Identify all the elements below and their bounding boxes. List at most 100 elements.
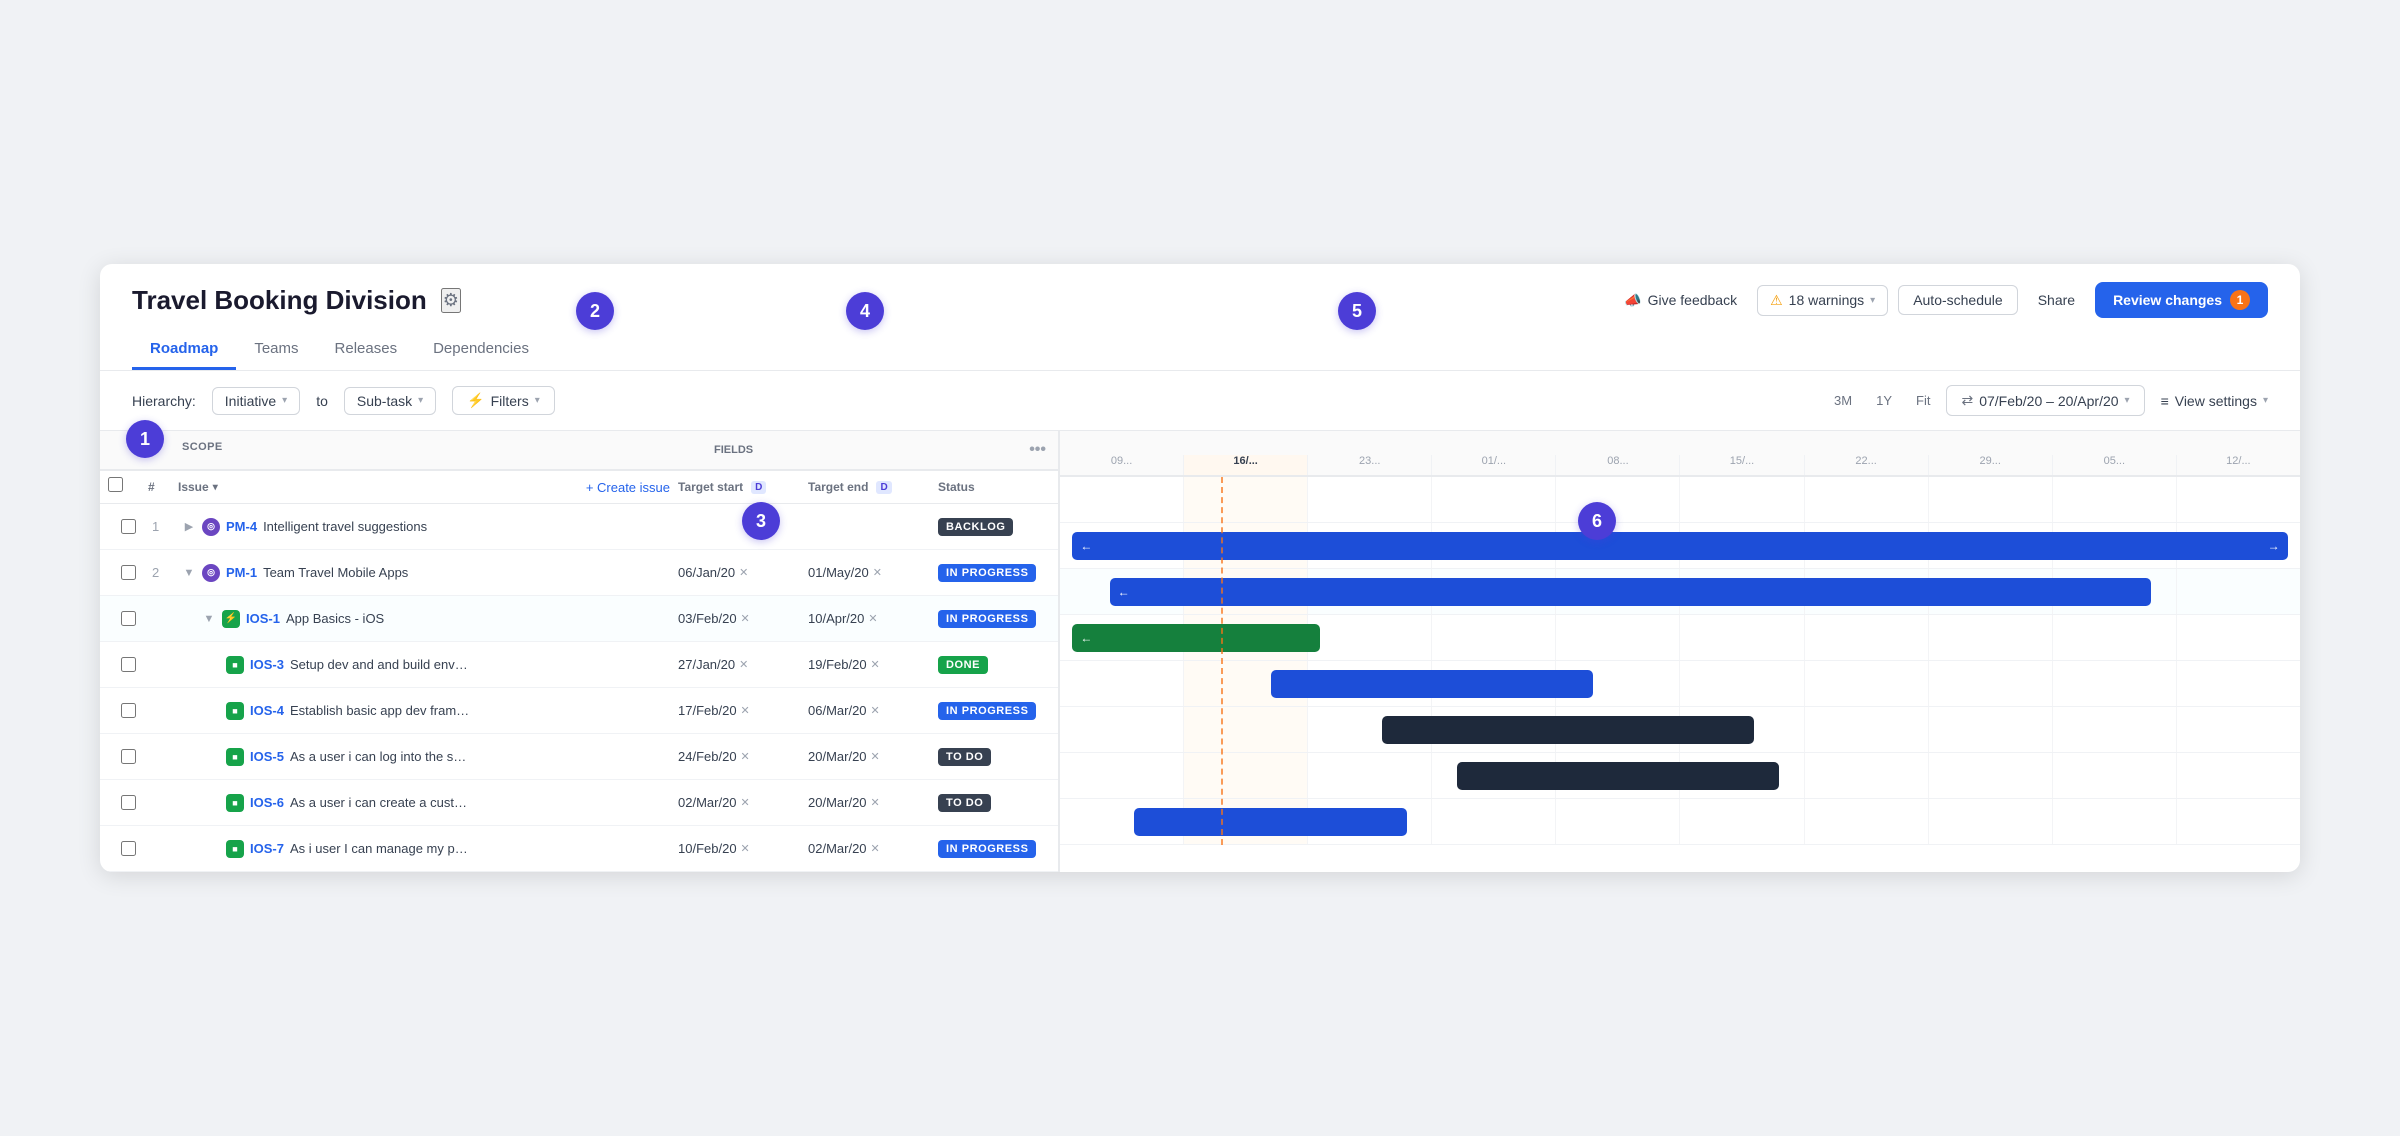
issue-id[interactable]: IOS-3 <box>250 657 284 672</box>
row-checkbox[interactable] <box>121 749 136 764</box>
gantt-row <box>1060 707 2300 753</box>
warnings-button[interactable]: ⚠ 18 warnings ▾ <box>1757 285 1888 316</box>
target-end-cell: 06/Mar/20 ✕ <box>800 703 930 718</box>
select-all-checkbox[interactable] <box>108 477 123 492</box>
date-clear-icon[interactable]: ✕ <box>741 612 750 625</box>
chevron-down-icon: ▾ <box>418 395 423 406</box>
table-row: ▼ ⚡ IOS-1 App Basics - iOS 03/Feb/20 ✕ 1… <box>100 596 1058 642</box>
issue-id[interactable]: IOS-4 <box>250 703 284 718</box>
date-clear-icon[interactable]: ✕ <box>741 750 750 763</box>
target-start-cell: 17/Feb/20 ✕ <box>670 703 800 718</box>
date-clear-icon[interactable]: ✕ <box>871 796 880 809</box>
issue-id[interactable]: PM-4 <box>226 519 257 534</box>
sync-icon: ⇄ <box>1961 392 1973 409</box>
table-row: ■ IOS-5 As a user i can log into the sys… <box>100 734 1058 780</box>
bar-left-arrow-icon: ← <box>1118 585 1130 599</box>
gantt-col-header: 29... <box>1929 455 2053 475</box>
date-clear-icon[interactable]: ✕ <box>739 658 748 671</box>
date-clear-icon[interactable]: ✕ <box>741 842 750 855</box>
chevron-down-icon: ▾ <box>1870 295 1875 306</box>
issue-sort-icon: ▾ <box>213 482 218 493</box>
share-button[interactable]: Share <box>2028 286 2085 314</box>
to-label: to <box>316 393 328 409</box>
row-issue: ■ IOS-5 As a user i can log into the sys… <box>178 740 670 774</box>
filter-icon: ⚡ <box>467 392 484 409</box>
hash-col: # <box>148 480 178 494</box>
target-end-cell: 19/Feb/20 ✕ <box>800 657 930 672</box>
nav-tabs: Roadmap Teams Releases Dependencies <box>132 330 2268 370</box>
status-badge: IN PROGRESS <box>938 564 1036 582</box>
date-clear-icon[interactable]: ✕ <box>868 612 877 625</box>
tab-roadmap[interactable]: Roadmap <box>132 330 236 370</box>
date-clear-icon[interactable]: ✕ <box>871 842 880 855</box>
date-clear-icon[interactable]: ✕ <box>871 658 880 671</box>
expand-icon[interactable]: ▼ <box>182 567 196 579</box>
target-start-cell: 06/Jan/20 ✕ <box>670 565 800 580</box>
target-start-col: Target start <box>678 480 743 494</box>
issue-col-label: Issue <box>178 480 209 494</box>
tab-releases[interactable]: Releases <box>317 330 416 370</box>
gantt-col-header: 22... <box>1805 455 1929 475</box>
gantt-bar: ← <box>1110 578 2152 606</box>
date-clear-icon[interactable]: ✕ <box>741 704 750 717</box>
issue-id[interactable]: IOS-7 <box>250 841 284 856</box>
date-range-value: 07/Feb/20 – 20/Apr/20 <box>1979 393 2118 409</box>
date-clear-icon[interactable]: ✕ <box>741 796 750 809</box>
row-issue: ■ IOS-3 Setup dev and and build environ.… <box>178 648 670 682</box>
chevron-down-icon: ▾ <box>2263 395 2268 406</box>
chevron-down-icon: ▾ <box>282 395 287 406</box>
status-cell: TO DO <box>930 748 1050 766</box>
date-range-area: 3M 1Y Fit ⇄ 07/Feb/20 – 20/Apr/20 ▾ <box>1826 385 2145 416</box>
issue-id[interactable]: IOS-1 <box>246 611 280 626</box>
date-clear-icon[interactable]: ✕ <box>871 704 880 717</box>
status-cell: TO DO <box>930 794 1050 812</box>
expand-icon[interactable]: ▶ <box>182 520 196 533</box>
gantt-bar <box>1134 808 1407 836</box>
more-options-icon[interactable]: ••• <box>1029 441 1046 459</box>
feedback-button[interactable]: 📣 Give feedback <box>1614 286 1747 315</box>
review-changes-button[interactable]: Review changes 1 <box>2095 282 2268 318</box>
hierarchy-from-select[interactable]: Initiative ▾ <box>212 387 300 415</box>
target-end-cell: 20/Mar/20 ✕ <box>800 749 930 764</box>
date-range-button[interactable]: ⇄ 07/Feb/20 – 20/Apr/20 ▾ <box>1946 385 2144 416</box>
row-checkbox[interactable] <box>121 795 136 810</box>
tab-teams[interactable]: Teams <box>236 330 316 370</box>
period-1y-button[interactable]: 1Y <box>1868 389 1900 412</box>
table-rows: 1 ▶ ◎ PM-4 Intelligent travel suggestion… <box>100 504 1058 872</box>
row-checkbox[interactable] <box>121 519 136 534</box>
issue-id[interactable]: IOS-5 <box>250 749 284 764</box>
gantt-col-header-highlight: 16/... <box>1184 455 1308 475</box>
autoschedule-button[interactable]: Auto-schedule <box>1898 285 2018 315</box>
gear-button[interactable]: ⚙ <box>441 288 461 313</box>
hierarchy-to-select[interactable]: Sub-task ▾ <box>344 387 436 415</box>
issue-id[interactable]: PM-1 <box>226 565 257 580</box>
settings-sliders-icon: ≡ <box>2161 393 2169 409</box>
bar-left-arrow-icon: ← <box>1080 631 1092 645</box>
issue-id[interactable]: IOS-6 <box>250 795 284 810</box>
status-badge: TO DO <box>938 748 991 766</box>
target-start-cell: 02/Mar/20 ✕ <box>670 795 800 810</box>
view-settings-button[interactable]: ≡ View settings ▾ <box>2161 393 2268 409</box>
row-checkbox[interactable] <box>121 703 136 718</box>
gantt-col-header: 01/... <box>1432 455 1556 475</box>
page-title: Travel Booking Division <box>132 285 427 316</box>
tab-dependencies[interactable]: Dependencies <box>415 330 547 370</box>
row-checkbox[interactable] <box>121 657 136 672</box>
expand-icon[interactable]: ▼ <box>202 613 216 625</box>
row-checkbox[interactable] <box>121 841 136 856</box>
date-clear-icon[interactable]: ✕ <box>871 750 880 763</box>
header: Travel Booking Division ⚙ 📣 Give feedbac… <box>100 264 2300 371</box>
gantt-bar-todo <box>1382 716 1754 744</box>
row-checkbox[interactable] <box>121 611 136 626</box>
filters-button[interactable]: ⚡ Filters ▾ <box>452 386 555 415</box>
period-fit-button[interactable]: Fit <box>1908 389 1938 412</box>
row-checkbox[interactable] <box>121 565 136 580</box>
date-clear-icon[interactable]: ✕ <box>739 566 748 579</box>
date-clear-icon[interactable]: ✕ <box>873 566 882 579</box>
pm-icon: ◎ <box>202 518 220 536</box>
period-3m-button[interactable]: 3M <box>1826 389 1860 412</box>
status-cell: IN PROGRESS <box>930 564 1050 582</box>
issue-title: As a user i can log into the syst... <box>290 749 470 764</box>
create-issue-button[interactable]: + Create issue <box>586 480 670 495</box>
view-settings-label: View settings <box>2175 393 2257 409</box>
